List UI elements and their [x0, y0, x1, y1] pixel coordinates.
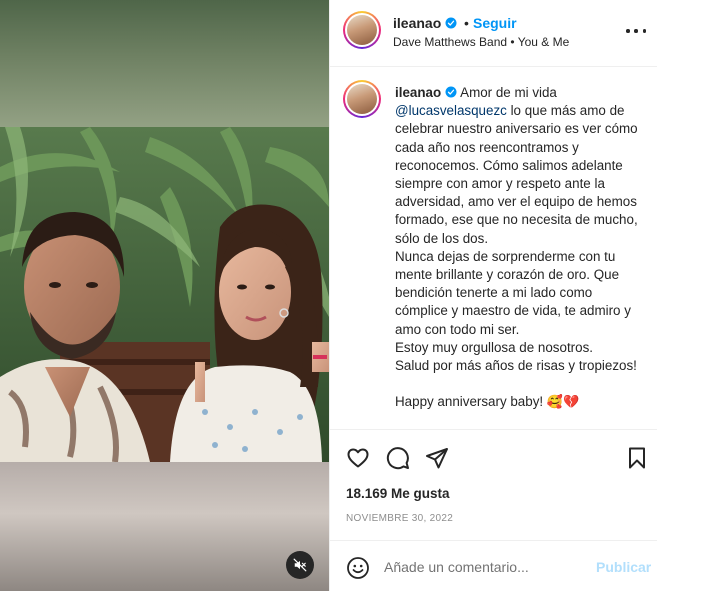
bookmark-icon[interactable]	[625, 446, 649, 470]
audio-track-link[interactable]: Dave Matthews Band • You & Me	[393, 35, 569, 49]
heart-icon[interactable]	[346, 446, 370, 470]
caption-text: ileanao Amor de mi vida @lucasvelasquezc…	[395, 84, 645, 413]
post-caption: ileanao Amor de mi vida @lucasvelasquezc…	[330, 67, 657, 429]
separator-dot: •	[464, 15, 469, 31]
comment-icon[interactable]	[386, 446, 410, 470]
avatar-image	[347, 84, 377, 114]
page-margin	[657, 0, 702, 591]
media-blurred-background-top	[0, 0, 329, 127]
post-media[interactable]	[0, 0, 329, 591]
speaker-muted-icon	[293, 558, 307, 572]
post-date[interactable]: NOVIEMBRE 30, 2022	[346, 513, 453, 524]
avatar-image	[347, 15, 377, 45]
caption-intro: Amor de mi vida	[460, 85, 557, 100]
couple-photo-illustration	[0, 127, 329, 462]
caption-avatar[interactable]	[343, 80, 381, 118]
caption-username[interactable]: ileanao	[395, 85, 441, 100]
share-icon[interactable]	[425, 446, 449, 470]
audio-muted-icon[interactable]	[286, 551, 314, 579]
post-header: ileanao • Seguir Dave Matthews Band • Yo…	[330, 0, 657, 67]
follow-button[interactable]: Seguir	[473, 15, 517, 31]
post-details-panel: ileanao • Seguir Dave Matthews Band • Yo…	[330, 0, 657, 591]
emoji-icon[interactable]	[346, 556, 370, 580]
comment-input[interactable]	[384, 555, 584, 579]
publish-button[interactable]: Publicar	[596, 559, 651, 575]
caption-body: lo que más amo de celebrar nuestro anive…	[395, 103, 638, 410]
avatar[interactable]	[343, 11, 381, 49]
more-options-icon[interactable]	[626, 23, 646, 39]
post-photo[interactable]	[0, 127, 329, 462]
verified-badge-icon	[445, 86, 457, 98]
header-username[interactable]: ileanao	[393, 15, 457, 31]
username-text[interactable]: ileanao	[393, 15, 441, 31]
post-actions	[330, 429, 657, 486]
media-blurred-background-bottom	[0, 462, 329, 591]
verified-badge-icon	[445, 17, 457, 29]
likes-count[interactable]: 18.169 Me gusta	[346, 486, 450, 501]
caption-emojis: 🥰💔	[546, 395, 580, 411]
mention-link[interactable]: @lucasvelasquezc	[395, 103, 507, 118]
comment-bar: Publicar	[330, 540, 657, 591]
